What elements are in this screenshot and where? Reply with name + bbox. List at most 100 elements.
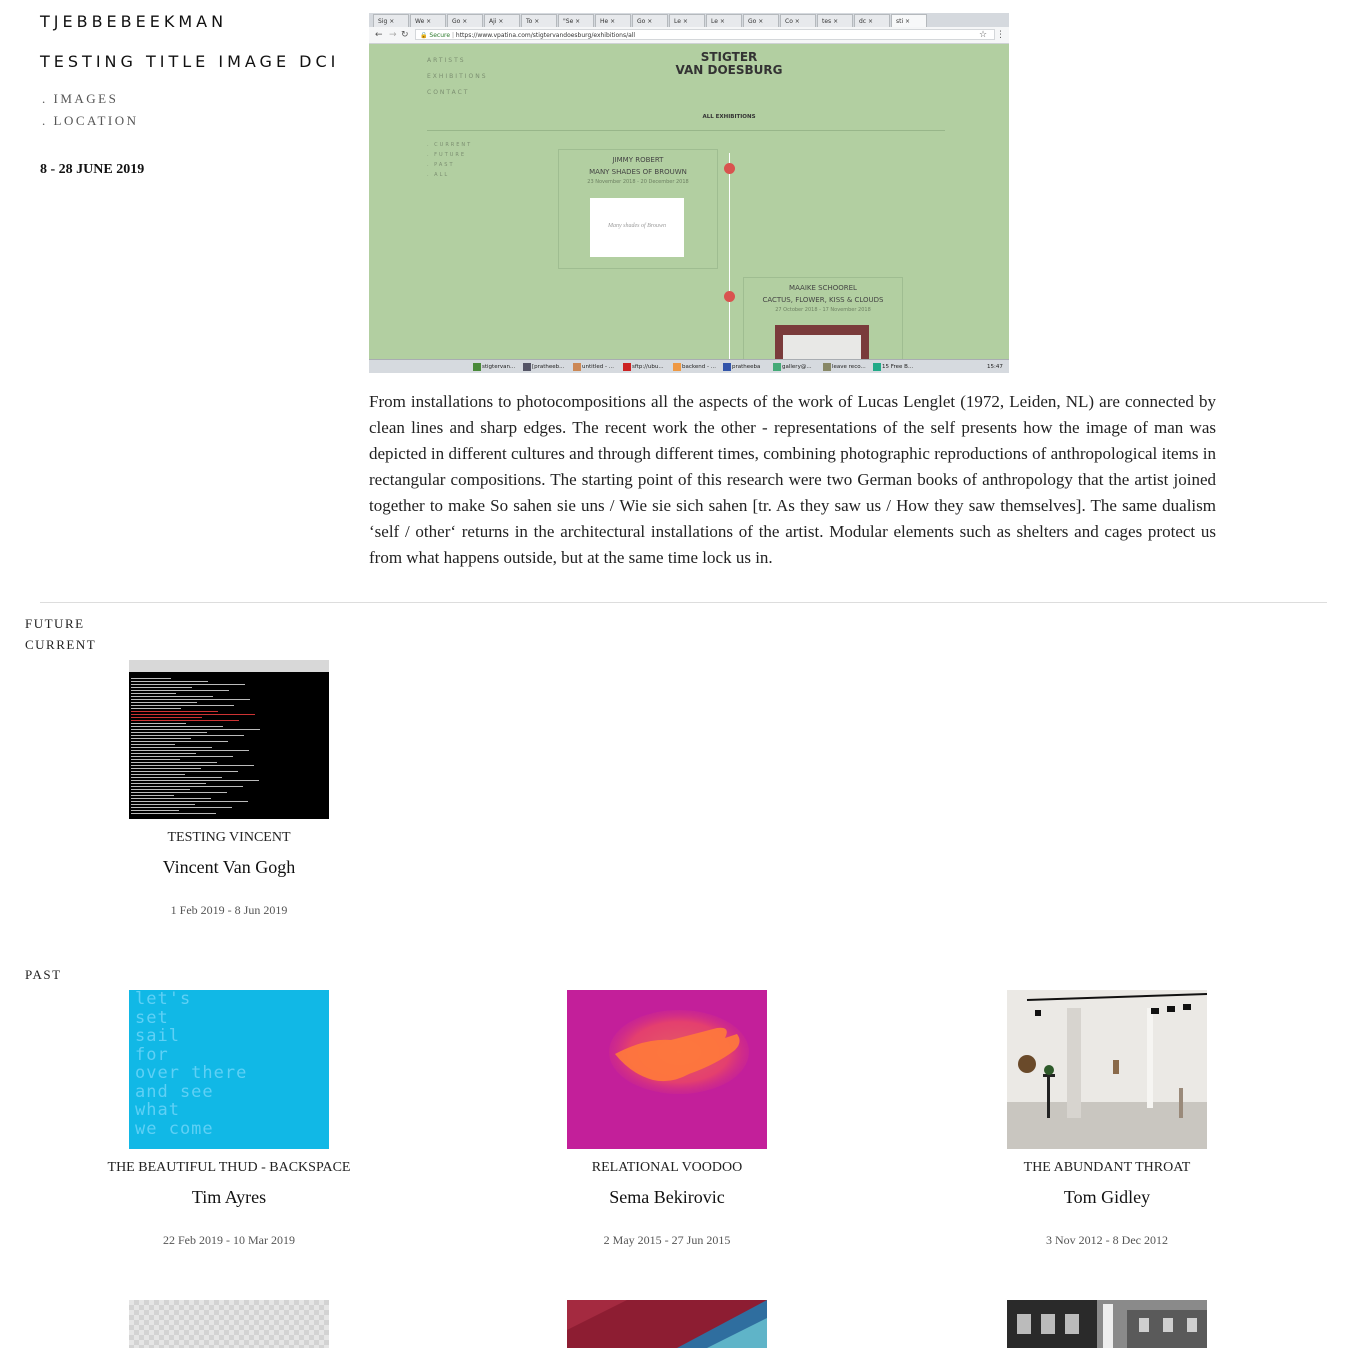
taskbar-item: leave reco... (823, 362, 866, 372)
menu-icon: ⋮ (996, 30, 1005, 40)
browser-tab: tes × (817, 14, 853, 27)
terminal-text-line (131, 738, 191, 739)
terminal-text-line (131, 726, 223, 727)
terminal-text-line (131, 720, 239, 721)
poster-text-line: we come (135, 1118, 214, 1139)
terminal-text-line (131, 801, 248, 802)
exhibition-artist: Tim Ayres (191, 1187, 267, 1207)
embedded-timeline (729, 153, 730, 363)
terminal-text-line (131, 696, 213, 697)
poster-text-line: what (135, 1100, 180, 1120)
exhibition-dates: 8 - 28 JUNE 2019 (40, 162, 145, 177)
terminal-text-line (131, 690, 229, 691)
terminal-text-line (131, 810, 179, 811)
taskbar-item: 15 Free B... (873, 362, 913, 372)
terminal-text-line (131, 795, 174, 796)
exhibition-description: From installations to photocompositions … (369, 392, 1216, 567)
nav-images-link[interactable]: . IMAGES (42, 88, 139, 110)
embedded-card-thumbnail: Many shades of Brouwn (590, 198, 684, 257)
terminal-text-line (131, 684, 245, 685)
lock-icon: 🔒 (420, 32, 428, 39)
exhibition-main-image[interactable]: Sig × We × Go × Aji × To × "Se × He × Go × Le × L… (369, 13, 1009, 373)
browser-tab: Le × (706, 14, 742, 27)
terminal-text-line (131, 783, 206, 784)
terminal-text-line (131, 780, 259, 781)
exhibition-thumbnail[interactable] (129, 1300, 329, 1348)
exhibition-dates-range: 1 Feb 2019 - 8 Jun 2019 (170, 903, 288, 917)
taskbar-clock: 15:47 (987, 364, 1003, 370)
exhibition-title-link[interactable]: THE ABUNDANT THROAT (957, 1160, 1257, 1176)
exhibition-thumbnail[interactable] (1007, 990, 1207, 1149)
terminal-text-line (131, 807, 232, 808)
exhibition-thumbnail[interactable] (567, 990, 767, 1149)
browser-tab: We × (410, 14, 446, 27)
url-field: 🔒 Secure | https://www.vpatina.com/stigt… (415, 29, 995, 40)
terminal-text-line (131, 771, 238, 772)
taskbar-item: gallery@... (773, 362, 812, 372)
taskbar-item: pratheeba (723, 362, 760, 372)
taskbar-item: stigtervan... (473, 362, 515, 372)
category-current[interactable]: CURRENT (25, 637, 96, 653)
browser-tab: sti × (891, 14, 927, 27)
terminal-text-line (131, 804, 195, 805)
exhibition-artist: Sema Bekirovic (609, 1187, 725, 1207)
browser-tab: dc × (854, 14, 890, 27)
timeline-dot (724, 163, 735, 174)
browser-tab: Go × (632, 14, 668, 27)
terminal-text-line (131, 711, 218, 712)
terminal-text-line (131, 798, 211, 799)
star-icon: ☆ (979, 30, 988, 40)
category-past[interactable]: PAST (25, 967, 62, 983)
browser-tab: Aji × (484, 14, 520, 27)
taskbar-item: untitled - ... (573, 362, 614, 372)
reload-icon: ↻ (401, 30, 409, 40)
exhibition-dates-range: 2 May 2015 - 27 Jun 2015 (603, 1233, 731, 1247)
terminal-text-line (131, 735, 244, 736)
terminal-text-line (131, 774, 185, 775)
category-future[interactable]: FUTURE (25, 616, 85, 632)
browser-tab: Sig × (373, 14, 409, 27)
terminal-text-line (131, 717, 202, 718)
exhibition-thumbnail[interactable] (129, 660, 329, 819)
terminal-text-line (131, 687, 192, 688)
section-divider (40, 602, 1327, 603)
taskbar-item: sftp://ubu... (623, 362, 664, 372)
poster-text-line: let's (135, 990, 192, 1009)
forward-icon: → (389, 30, 397, 40)
taskbar-item: [pratheeb... (523, 362, 564, 372)
exhibition-thumbnail[interactable] (1007, 1300, 1207, 1348)
exhibition-dates-range: 22 Feb 2019 - 10 Mar 2019 (163, 1233, 295, 1247)
browser-tab: Co × (780, 14, 816, 27)
browser-tab: Go × (447, 14, 483, 27)
exhibition-thumbnail[interactable]: let's set sail for over there and see what we c… (129, 990, 329, 1149)
terminal-text-line (131, 768, 201, 769)
browser-tab: Le × (669, 14, 705, 27)
terminal-text-line (131, 756, 233, 757)
exhibition-title-link[interactable]: THE BEAUTIFUL THUD - BACKSPACE (79, 1160, 379, 1176)
embedded-divider (427, 130, 945, 131)
terminal-text-line (131, 762, 217, 763)
gallery-room-icon (1007, 990, 1207, 1149)
terminal-text-line (131, 678, 171, 679)
terminal-text-line (131, 750, 249, 751)
nav-location-link[interactable]: . LOCATION (42, 110, 139, 132)
embedded-site-nav: ARTISTS EXHIBITIONS CONTACT (427, 57, 488, 96)
exhibition-title-link[interactable]: RELATIONAL VOODOO (517, 1160, 817, 1176)
os-taskbar: 15:47 stigtervan... [pratheeb... untitled … (369, 359, 1009, 373)
embedded-all-exhibitions: ALL EXHIBITIONS (702, 114, 756, 120)
exhibition-dates-range: 3 Nov 2012 - 8 Dec 2012 (1046, 1233, 1168, 1247)
exhibition-thumbnail[interactable] (567, 1300, 767, 1348)
terminal-text-line (131, 753, 196, 754)
back-icon: ← (375, 30, 383, 40)
terminal-text-line (131, 714, 255, 715)
exhibition-title-link[interactable]: TESTING VINCENT (79, 830, 379, 846)
secure-label: Secure (429, 32, 451, 39)
terminal-text-line (131, 708, 181, 709)
timeline-dot (724, 291, 735, 302)
browser-tab-bar: Sig × We × Go × Aji × To × "Se × He × Go × Le × L… (369, 13, 1009, 27)
terminal-text-line (131, 777, 222, 778)
poster-text-line: set (135, 1007, 169, 1028)
exhibition-title: TESTING TITLE IMAGE DCI (40, 52, 340, 71)
url-text: https://www.vpatina.com/stigtervandoesbu… (455, 32, 636, 39)
site-title[interactable]: TJEBBEBEEKMAN (40, 12, 227, 31)
